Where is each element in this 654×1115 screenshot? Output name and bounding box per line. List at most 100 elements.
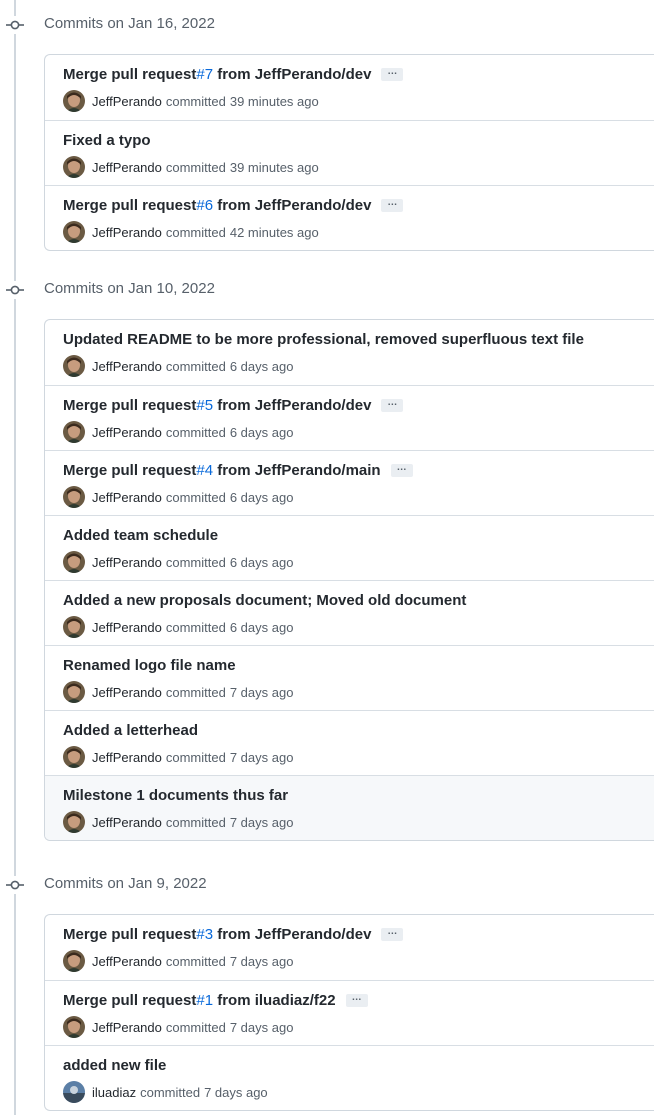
relative-time: 7 days ago [204, 1084, 268, 1100]
commit-title-suffix[interactable]: from JeffPerando/dev [213, 66, 371, 83]
avatar[interactable] [63, 421, 85, 443]
commit-row: Merge pull request #6 from JeffPerando/d… [45, 185, 654, 250]
git-commit-icon [6, 876, 24, 894]
commit-message[interactable]: Renamed logo file name [63, 657, 236, 674]
commit-title-text[interactable]: Milestone 1 documents thus far [63, 787, 288, 804]
commit-message[interactable]: Updated README to be more professional, … [63, 331, 584, 348]
avatar[interactable] [63, 681, 85, 703]
commit-meta: JeffPerando committed 6 days ago [63, 551, 293, 573]
commit-row: Merge pull request #3 from JeffPerando/d… [45, 915, 654, 980]
commit-meta: JeffPerando committed 6 days ago [63, 616, 293, 638]
commit-group-title: Commits on Jan 10, 2022 [44, 280, 215, 297]
avatar[interactable] [63, 90, 85, 112]
commit-title-suffix[interactable]: from JeffPerando/dev [213, 926, 371, 943]
avatar[interactable] [63, 811, 85, 833]
avatar[interactable] [63, 746, 85, 768]
commit-title-text[interactable]: Renamed logo file name [63, 657, 236, 674]
avatar[interactable] [63, 486, 85, 508]
author-link[interactable]: JeffPerando [92, 620, 162, 635]
commit-title-text[interactable]: Added a letterhead [63, 722, 198, 739]
avatar[interactable] [63, 156, 85, 178]
expand-description-button[interactable]: … [390, 463, 413, 477]
commit-message[interactable]: Milestone 1 documents thus far [63, 787, 288, 804]
pull-request-link[interactable]: #4 [196, 462, 213, 479]
commit-meta: JeffPerando committed 42 minutes ago [63, 221, 319, 243]
commit-title-text[interactable]: Merge pull request [63, 197, 196, 214]
committed-label: committed [165, 358, 226, 374]
commit-message[interactable]: Merge pull request #7 from JeffPerando/d… [63, 66, 404, 83]
commit-message[interactable]: Added a letterhead [63, 722, 198, 739]
avatar[interactable] [63, 1016, 85, 1038]
committed-label: committed [165, 224, 226, 240]
expand-description-button[interactable]: … [381, 927, 404, 941]
commit-row: Merge pull request #1 from iluadiaz/f22 …… [45, 980, 654, 1045]
author-link[interactable]: JeffPerando [92, 685, 162, 700]
commit-title-text[interactable]: Merge pull request [63, 992, 196, 1009]
commit-message[interactable]: Fixed a typo [63, 132, 151, 149]
expand-description-button[interactable]: … [381, 398, 404, 412]
commit-group-header: Commits on Jan 16, 2022 [0, 12, 654, 36]
commit-row: Fixed a typo JeffPerando committed 39 minut… [45, 120, 654, 185]
pull-request-link[interactable]: #6 [196, 197, 213, 214]
author-link[interactable]: JeffPerando [92, 555, 162, 570]
commit-row: Merge pull request #4 from JeffPerando/m… [45, 450, 654, 515]
author-link[interactable]: iluadiaz [92, 1085, 136, 1100]
author-link[interactable]: JeffPerando [92, 94, 162, 109]
expand-description-button[interactable]: … [381, 67, 404, 81]
avatar[interactable] [63, 551, 85, 573]
commit-message[interactable]: added new file [63, 1057, 166, 1074]
commit-meta: JeffPerando committed 39 minutes ago [63, 156, 319, 178]
committed-label: committed [165, 93, 226, 109]
commit-meta: JeffPerando committed 7 days ago [63, 681, 293, 703]
commit-message[interactable]: Added a new proposals document; Moved ol… [63, 592, 466, 609]
author-link[interactable]: JeffPerando [92, 425, 162, 440]
commit-title-text[interactable]: Fixed a typo [63, 132, 151, 149]
commit-title-text[interactable]: Merge pull request [63, 66, 196, 83]
commit-group-title: Commits on Jan 9, 2022 [44, 875, 207, 892]
author-link[interactable]: JeffPerando [92, 1020, 162, 1035]
commit-message[interactable]: Merge pull request #5 from JeffPerando/d… [63, 397, 404, 414]
author-link[interactable]: JeffPerando [92, 750, 162, 765]
commit-row: Added a new proposals document; Moved ol… [45, 580, 654, 645]
commit-title-suffix[interactable]: from JeffPerando/dev [213, 397, 371, 414]
commit-title-suffix[interactable]: from iluadiaz/f22 [213, 992, 335, 1009]
relative-time: 7 days ago [229, 814, 294, 830]
commit-title-text[interactable]: Added team schedule [63, 527, 218, 544]
committed-label: committed [165, 554, 226, 570]
commit-title-text[interactable]: Merge pull request [63, 397, 196, 414]
commit-message[interactable]: Merge pull request #1 from iluadiaz/f22 … [63, 992, 368, 1009]
author-link[interactable]: JeffPerando [92, 225, 162, 240]
pull-request-link[interactable]: #7 [196, 66, 213, 83]
author-link[interactable]: JeffPerando [92, 359, 162, 374]
avatar[interactable] [63, 1081, 85, 1103]
pull-request-link[interactable]: #1 [196, 992, 213, 1009]
commit-meta: JeffPerando committed 7 days ago [63, 950, 293, 972]
commit-message[interactable]: Merge pull request #6 from JeffPerando/d… [63, 197, 404, 214]
commit-title-suffix[interactable]: from JeffPerando/main [213, 462, 380, 479]
avatar[interactable] [63, 950, 85, 972]
author-link[interactable]: JeffPerando [92, 815, 162, 830]
commit-title-text[interactable]: Updated README to be more professional, … [63, 331, 584, 348]
commit-message[interactable]: Added team schedule [63, 527, 218, 544]
expand-description-button[interactable]: … [345, 993, 368, 1007]
author-link[interactable]: JeffPerando [92, 954, 162, 969]
commit-list: Merge pull request #3 from JeffPerando/d… [44, 914, 654, 1111]
commit-title-text[interactable]: added new file [63, 1057, 166, 1074]
pull-request-link[interactable]: #5 [196, 397, 213, 414]
committed-label: committed [165, 953, 226, 969]
author-link[interactable]: JeffPerando [92, 490, 162, 505]
commit-title-text[interactable]: Merge pull request [63, 926, 196, 943]
commit-message[interactable]: Merge pull request #3 from JeffPerando/d… [63, 926, 404, 943]
avatar[interactable] [63, 355, 85, 377]
commit-title-suffix[interactable]: from JeffPerando/dev [213, 197, 371, 214]
timeline-line [14, 0, 16, 1115]
commit-title-text[interactable]: Merge pull request [63, 462, 196, 479]
expand-description-button[interactable]: … [381, 198, 404, 212]
avatar[interactable] [63, 221, 85, 243]
avatar[interactable] [63, 616, 85, 638]
commit-row: Merge pull request #7 from JeffPerando/d… [45, 55, 654, 120]
commit-message[interactable]: Merge pull request #4 from JeffPerando/m… [63, 462, 413, 479]
pull-request-link[interactable]: #3 [196, 926, 213, 943]
author-link[interactable]: JeffPerando [92, 160, 162, 175]
commit-title-text[interactable]: Added a new proposals document; Moved ol… [63, 592, 466, 609]
